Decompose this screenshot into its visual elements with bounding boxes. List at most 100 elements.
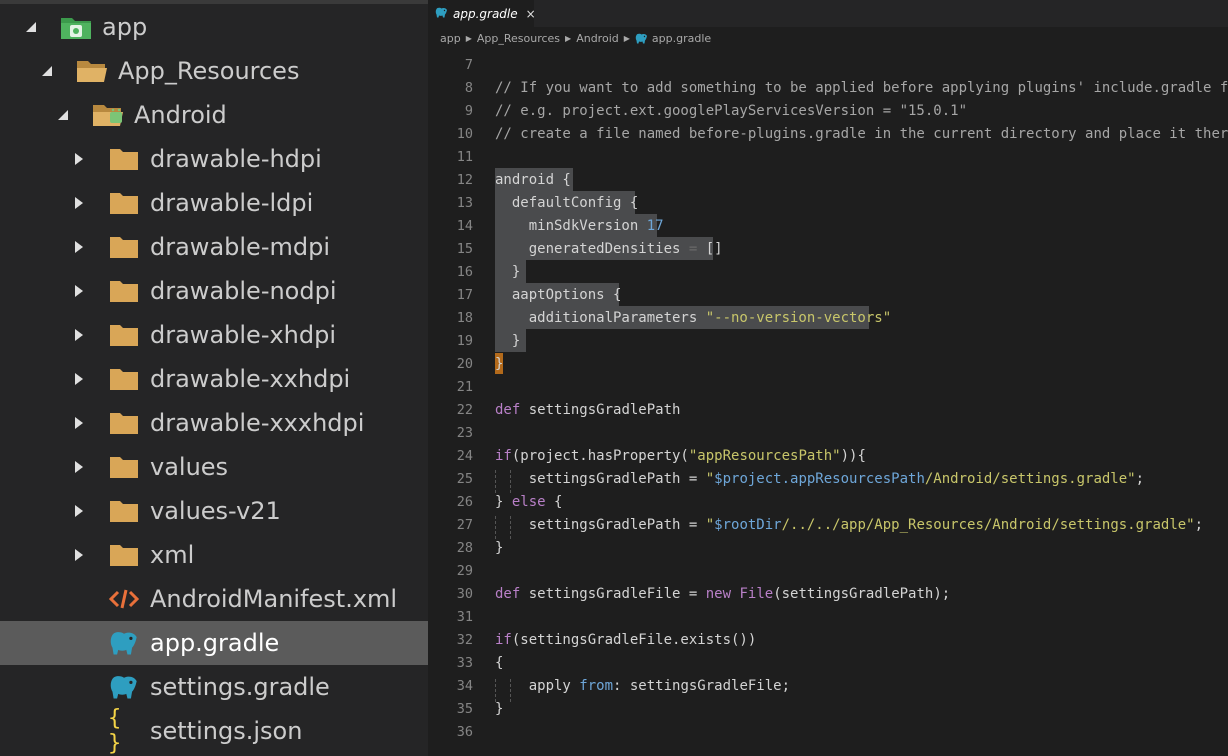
code-identifier: (settingsGradlePath); xyxy=(773,585,951,602)
tab-label: app.gradle xyxy=(453,6,518,21)
code-text: apply from: settingsGradleFile; xyxy=(495,678,790,694)
line-number: 31 xyxy=(456,608,473,625)
folder-icon xyxy=(108,451,140,483)
code-line: 26 } else { xyxy=(428,490,1228,513)
folder-item-app-resources[interactable]: App_Resources xyxy=(0,49,428,93)
breadcrumb-item-app-gradle[interactable]: app.gradle xyxy=(652,32,711,45)
code-class-name: File xyxy=(731,585,774,602)
line-number: 17 xyxy=(456,286,473,303)
chevron-right-icon[interactable] xyxy=(72,416,86,430)
code-line: 33 { xyxy=(428,651,1228,674)
chevron-expanded-icon[interactable] xyxy=(56,109,70,121)
folder-item-drawable-ldpi[interactable]: drawable-ldpi xyxy=(0,181,428,225)
line-number: 28 xyxy=(456,539,473,556)
code-line: 35 } xyxy=(428,697,1228,720)
tree-item-label: settings.gradle xyxy=(150,673,330,701)
line-number: 24 xyxy=(456,447,473,464)
code-identifier: settingsGradlePath = xyxy=(495,470,706,487)
gradle-elephant-icon xyxy=(635,33,648,44)
tree-item-label: drawable-hdpi xyxy=(150,145,322,173)
folder-item-drawable-xxhdpi[interactable]: drawable-xxhdpi xyxy=(0,357,428,401)
gradle-elephant-icon xyxy=(435,7,448,21)
file-item-settings-json[interactable]: { } settings.json xyxy=(0,706,428,756)
code-line: 25 settingsGradlePath = "$project.appRes… xyxy=(428,467,1228,490)
folder-item-values[interactable]: values xyxy=(0,445,428,489)
code-line: 22 def settingsGradlePath xyxy=(428,398,1228,421)
tab-app-gradle[interactable]: app.gradle × xyxy=(428,0,536,27)
file-item-settings-gradle[interactable]: settings.gradle xyxy=(0,665,428,709)
line-number: 23 xyxy=(456,424,473,441)
code-string: " xyxy=(705,470,715,487)
code-comment: // If you want to add something to be ap… xyxy=(495,79,1228,96)
folder-item-drawable-xxxhdpi[interactable]: drawable-xxxhdpi xyxy=(0,401,428,445)
tree-item-label: drawable-xhdpi xyxy=(150,321,337,349)
line-number: 36 xyxy=(456,723,473,740)
folder-item-app[interactable]: app xyxy=(0,5,428,49)
code-line: 12 android { xyxy=(428,168,1228,191)
chevron-right-icon[interactable] xyxy=(72,460,86,474)
code-area[interactable]: 7 8 // If you want to add something to b… xyxy=(428,50,1228,756)
tree-item-label: drawable-ldpi xyxy=(150,189,314,217)
folder-item-drawable-nodpi[interactable]: drawable-nodpi xyxy=(0,269,428,313)
folder-icon xyxy=(108,187,140,219)
code-line: 24 if(project.hasProperty("appResourcesP… xyxy=(428,444,1228,467)
code-line: 30 def settingsGradleFile = new File(set… xyxy=(428,582,1228,605)
code-text: def settingsGradlePath xyxy=(495,402,680,418)
folder-item-drawable-hdpi[interactable]: drawable-hdpi xyxy=(0,137,428,181)
chevron-right-icon[interactable] xyxy=(72,372,86,386)
code-line: 29 xyxy=(428,559,1228,582)
folder-item-android[interactable]: Android xyxy=(0,93,428,137)
line-number: 34 xyxy=(456,677,473,694)
folder-item-drawable-mdpi[interactable]: drawable-mdpi xyxy=(0,225,428,269)
code-punctuation: ; xyxy=(1194,516,1204,533)
tree-item-label: xml xyxy=(150,541,195,569)
folder-icon xyxy=(108,495,140,527)
chevron-right-icon: ▶ xyxy=(623,33,630,43)
code-text: } xyxy=(495,332,521,349)
chevron-right-icon[interactable] xyxy=(72,196,86,210)
breadcrumb-item-app[interactable]: app xyxy=(440,32,461,45)
tree-item-label: AndroidManifest.xml xyxy=(150,585,398,613)
breadcrumb-item-android[interactable]: Android xyxy=(576,32,619,45)
code-identifier: apply xyxy=(495,677,580,694)
folder-icon xyxy=(108,143,140,175)
breadcrumb-item-app-resources[interactable]: App_Resources xyxy=(477,32,560,45)
line-number: 32 xyxy=(456,631,473,648)
close-icon[interactable]: × xyxy=(526,7,536,21)
folder-item-values-v21[interactable]: values-v21 xyxy=(0,489,428,533)
chevron-expanded-icon[interactable] xyxy=(24,21,38,33)
code-line: 15 generatedDensities = [] xyxy=(428,237,1228,260)
code-line: 18 additionalParameters "--no-version-ve… xyxy=(428,306,1228,329)
line-number: 29 xyxy=(456,562,473,579)
folder-item-xml[interactable]: xml xyxy=(0,533,428,577)
gradle-elephant-icon xyxy=(108,671,140,703)
chevron-right-icon[interactable] xyxy=(72,504,86,518)
code-line: 13 defaultConfig { xyxy=(428,191,1228,214)
folder-icon xyxy=(108,319,140,351)
folder-item-drawable-xhdpi[interactable]: drawable-xhdpi xyxy=(0,313,428,357)
chevron-right-icon[interactable] xyxy=(72,328,86,342)
line-number: 12 xyxy=(456,171,473,188)
line-number: 14 xyxy=(456,217,473,234)
chevron-right-icon[interactable] xyxy=(72,284,86,298)
tree-item-label: drawable-mdpi xyxy=(150,233,330,261)
code-punctuation: ; xyxy=(1135,470,1145,487)
file-item-app-gradle[interactable]: app.gradle xyxy=(0,621,428,665)
code-string: /Android/settings.gradle" xyxy=(924,470,1136,487)
chevron-right-icon[interactable] xyxy=(72,240,86,254)
xml-file-icon xyxy=(108,583,140,615)
code-identifier: additionalParameters xyxy=(495,309,706,326)
tree-item-label: drawable-nodpi xyxy=(150,277,337,305)
chevron-right-icon[interactable] xyxy=(72,152,86,166)
code-line: 10 // create a file named before-plugins… xyxy=(428,122,1228,145)
line-number: 20 xyxy=(456,355,473,372)
code-string: /../../app/App_Resources/Android/setting… xyxy=(781,516,1195,533)
line-number: 15 xyxy=(456,240,473,257)
folder-icon xyxy=(108,231,140,263)
chevron-right-icon[interactable] xyxy=(72,548,86,562)
file-item-androidmanifest-xml[interactable]: AndroidManifest.xml xyxy=(0,577,428,621)
line-number: 13 xyxy=(456,194,473,211)
chevron-expanded-icon[interactable] xyxy=(40,65,54,77)
line-number: 8 xyxy=(464,79,473,96)
code-text: if(project.hasProperty("appResourcesPath… xyxy=(495,448,866,464)
